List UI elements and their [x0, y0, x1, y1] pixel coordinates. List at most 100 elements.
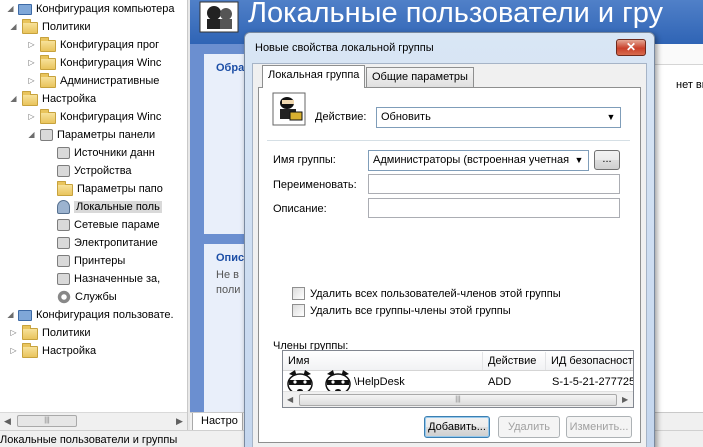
tree-item-label: Источники данн — [74, 147, 155, 159]
action-label: Действие: — [315, 111, 367, 123]
tree-item-label: Службы — [75, 291, 117, 303]
tree-item-label: Назначенные за, — [74, 273, 161, 285]
services-icon — [57, 290, 71, 304]
action-select[interactable]: Обновить ▼ — [376, 107, 621, 128]
tree-item[interactable]: Параметры папо — [57, 180, 163, 198]
tree-item[interactable]: Устройства — [57, 162, 132, 180]
description-label: Описание: — [273, 203, 327, 215]
collapse-arrow-icon[interactable]: ◢ — [9, 22, 18, 31]
list-column-header[interactable] — [654, 44, 703, 65]
change-member-button[interactable]: Изменить... — [566, 416, 632, 438]
tree-item-label: Настройка — [42, 345, 97, 357]
member-name: \HelpDesk — [354, 376, 405, 388]
tree-item-label: Политики — [42, 21, 91, 33]
expand-arrow-icon[interactable]: ▷ — [27, 58, 36, 67]
folder-icon — [40, 73, 56, 88]
collapse-arrow-icon[interactable]: ◢ — [9, 94, 18, 103]
tree-item-label: Конфигурация компьютера — [36, 3, 175, 15]
expand-arrow-icon[interactable]: ▷ — [9, 346, 18, 355]
list-empty-message: нет виде. — [676, 79, 703, 91]
group-name-label: Имя группы: — [273, 154, 336, 166]
delete-all-groups-label: Удалить все группы-члены этой группы — [310, 304, 511, 317]
tree-item[interactable]: Конфигурация Winc — [40, 108, 161, 126]
column-divider[interactable] — [545, 352, 546, 370]
tree-item[interactable]: Локальные поль — [57, 198, 162, 216]
chevron-down-icon: ▼ — [606, 112, 616, 122]
tree-item[interactable]: Конфигурация компьютера — [18, 0, 174, 18]
group-name-value: Администраторы (встроенная учетная — [373, 154, 570, 166]
expand-arrow-icon[interactable]: ▷ — [9, 328, 18, 337]
action-select-value: Обновить — [381, 111, 431, 123]
tree-item[interactable]: Службы — [57, 288, 117, 306]
column-action[interactable]: Действие — [488, 355, 536, 367]
collapse-arrow-icon[interactable]: ◢ — [6, 4, 15, 13]
tab-preferences[interactable]: Настро — [192, 413, 243, 431]
tab-local-group[interactable]: Локальная группа — [262, 65, 366, 88]
add-member-button[interactable]: Добавить... — [424, 416, 490, 438]
column-sid[interactable]: ИД безопасност — [551, 355, 633, 367]
tree-item-label: Принтеры — [74, 255, 126, 267]
tree-item[interactable]: Параметры панели — [40, 126, 155, 144]
tree-item-label: Политики — [42, 327, 91, 339]
collapse-arrow-icon[interactable]: ◢ — [6, 310, 15, 319]
folder-options-icon — [57, 181, 73, 196]
local-users-logo-icon — [199, 1, 239, 33]
tree-item[interactable]: Конфигурация Winc — [40, 54, 161, 72]
member-sid: S-1-5-21-277725 — [552, 376, 634, 388]
description-field[interactable] — [368, 198, 620, 218]
scroll-left-arrow-icon[interactable]: ◀ — [4, 416, 11, 427]
tree-item-label: Устройства — [74, 165, 132, 177]
scroll-thumb[interactable]: ||| — [17, 415, 77, 427]
folder-icon — [22, 343, 38, 358]
tree-item[interactable]: Назначенные за, — [57, 270, 160, 288]
browse-group-button[interactable]: ... — [594, 150, 620, 170]
tree-item[interactable]: Конфигурация прог — [40, 36, 159, 54]
tree-item[interactable]: Принтеры — [57, 252, 125, 270]
members-list[interactable]: Имя Действие ИД безопасност \HelpDesk AD… — [282, 350, 634, 408]
tree-item-label: Настройка — [42, 93, 97, 105]
chevron-down-icon: ▼ — [574, 155, 584, 165]
tree-item[interactable]: Политики — [22, 324, 91, 342]
column-name[interactable]: Имя — [288, 355, 309, 367]
tree-item[interactable]: Источники данн — [57, 144, 155, 162]
collapse-arrow-icon[interactable]: ◢ — [27, 130, 36, 139]
scroll-thumb[interactable]: ||| — [299, 394, 617, 406]
members-horizontal-scrollbar[interactable]: ◀ ||| ▶ — [283, 391, 633, 407]
status-text: Локальные пользователи и группы — [0, 434, 178, 446]
checkbox-box[interactable] — [292, 287, 305, 300]
delete-all-users-label: Удалить всех пользователей-членов этой г… — [310, 287, 561, 300]
tree-item-label: Параметры панели — [57, 129, 156, 141]
tree-item-label: Параметры папо — [77, 183, 163, 195]
tree-item-label: Конфигурация пользовате. — [36, 309, 174, 321]
tree-item[interactable]: Административные — [40, 72, 159, 90]
scroll-right-arrow-icon[interactable]: ▶ — [622, 395, 628, 404]
tree-item[interactable]: Политики — [22, 18, 91, 36]
tree-item[interactable]: Сетевые параме — [57, 216, 160, 234]
tab-common-options[interactable]: Общие параметры — [366, 67, 474, 87]
tree-item[interactable]: Настройка — [22, 90, 96, 108]
expand-arrow-icon[interactable]: ▷ — [27, 40, 36, 49]
folder-icon — [40, 55, 56, 70]
tree-item[interactable]: Электропитание — [57, 234, 158, 252]
tree-item[interactable]: Настройка — [22, 342, 96, 360]
expand-arrow-icon[interactable]: ▷ — [27, 112, 36, 121]
column-divider[interactable] — [482, 352, 483, 370]
network-icon — [57, 219, 70, 231]
close-button[interactable]: ✕ — [616, 39, 646, 56]
computer-icon — [18, 3, 32, 15]
tree-horizontal-scrollbar[interactable]: ◀ ||| ▶ — [0, 412, 187, 429]
tree-item[interactable]: Конфигурация пользовате. — [18, 306, 174, 324]
delete-all-users-checkbox[interactable]: Удалить всех пользователей-членов этой г… — [292, 287, 561, 300]
rename-field[interactable] — [368, 174, 620, 194]
console-tree: ◢ Конфигурация компьютера ◢ Политики ▷ Конфиг… — [0, 0, 187, 412]
expand-arrow-icon[interactable]: ▷ — [27, 76, 36, 85]
delete-all-groups-checkbox[interactable]: Удалить все группы-члены этой группы — [292, 304, 511, 317]
checkbox-box[interactable] — [292, 304, 305, 317]
remove-member-button[interactable]: Удалить — [498, 416, 560, 438]
scroll-left-arrow-icon[interactable]: ◀ — [287, 395, 293, 404]
group-name-combo[interactable]: Администраторы (встроенная учетная ▼ — [368, 150, 589, 171]
folder-icon — [22, 91, 38, 106]
tree-item-label: Сетевые параме — [74, 219, 160, 231]
scroll-right-arrow-icon[interactable]: ▶ — [176, 416, 183, 427]
items-list[interactable]: нет виде. — [654, 44, 703, 412]
